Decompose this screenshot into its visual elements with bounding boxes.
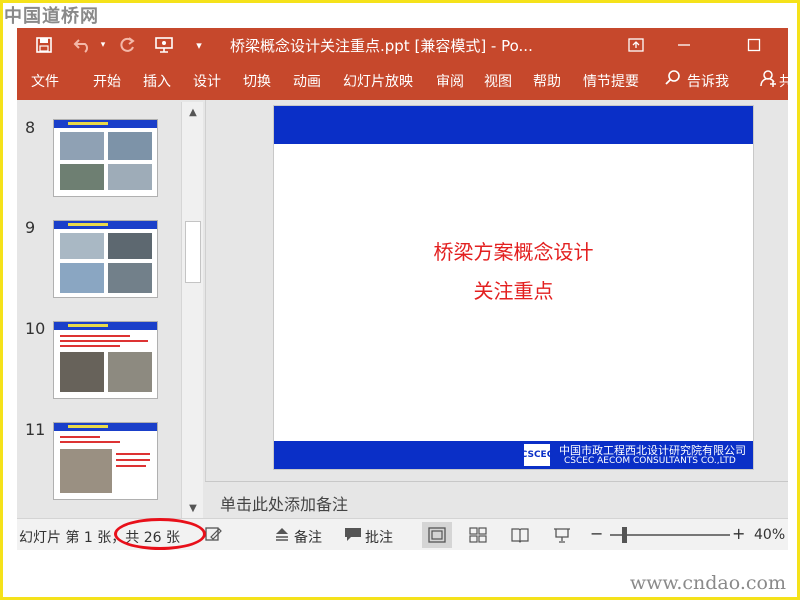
tab-storyboarding[interactable]: 情节提要 <box>583 71 639 91</box>
slide-sorter-view-icon[interactable] <box>463 522 493 548</box>
redo-icon[interactable] <box>113 32 141 58</box>
ribbon-display-options-icon[interactable] <box>621 32 651 58</box>
comments-icon[interactable] <box>344 526 362 546</box>
tab-review[interactable]: 审阅 <box>436 71 464 91</box>
notes-pane[interactable]: 单击此处添加备注 <box>205 481 788 518</box>
tell-me-box[interactable]: 告诉我 <box>687 71 729 91</box>
highlight-annotation-oval <box>114 518 206 550</box>
maximize-button[interactable] <box>739 32 769 58</box>
tab-view[interactable]: 视图 <box>484 71 512 91</box>
spell-check-icon[interactable] <box>204 525 222 547</box>
tab-transitions[interactable]: 切换 <box>243 71 271 91</box>
slideshow-view-icon[interactable] <box>547 522 577 548</box>
notes-placeholder[interactable]: 单击此处添加备注 <box>220 491 348 515</box>
slide-thumbnail-8[interactable] <box>53 119 158 197</box>
comments-button[interactable]: 批注 <box>365 527 393 547</box>
tab-home[interactable]: 开始 <box>93 71 121 91</box>
current-slide[interactable]: 桥梁方案概念设计 关注重点 CSCEC 中国市政工程西北设计研究院有限公司 CS… <box>273 105 754 470</box>
zoom-out-button[interactable]: − <box>590 524 603 543</box>
slide-thumbnails-pane: 8 9 10 11 <box>17 100 205 518</box>
tab-slideshow[interactable]: 幻灯片放映 <box>343 71 413 91</box>
search-icon[interactable] <box>664 69 682 91</box>
tab-file[interactable]: 文件 <box>31 71 59 91</box>
normal-view-icon[interactable] <box>422 522 452 548</box>
reading-view-icon[interactable] <box>505 522 535 548</box>
save-icon[interactable] <box>30 32 58 58</box>
thumbnail-number: 9 <box>25 218 36 237</box>
undo-dropdown-icon[interactable]: ▾ <box>97 32 109 58</box>
watermark-bottom: www.cndao.com <box>629 572 786 594</box>
slide-header-band <box>274 106 753 144</box>
tab-design[interactable]: 设计 <box>193 71 221 91</box>
undo-icon[interactable] <box>69 32 97 58</box>
tab-help[interactable]: 帮助 <box>533 71 561 91</box>
zoom-slider-handle[interactable] <box>622 527 627 543</box>
scrollbar-thumb[interactable] <box>185 221 201 283</box>
scroll-up-icon[interactable]: ▲ <box>184 104 202 120</box>
slide-editing-area: 桥梁方案概念设计 关注重点 CSCEC 中国市政工程西北设计研究院有限公司 CS… <box>205 100 788 481</box>
thumbnails-scrollbar[interactable]: ▲ ▼ <box>181 102 203 518</box>
share-icon[interactable] <box>760 69 778 91</box>
slide-title-line-2[interactable]: 关注重点 <box>274 275 753 304</box>
notes-icon[interactable] <box>275 526 289 546</box>
chevron-down-icon[interactable]: ▾ <box>185 32 213 58</box>
thumbnail-number: 10 <box>25 319 46 338</box>
thumbnail-number: 8 <box>25 118 36 137</box>
watermark-top: 中国道桥网 <box>4 6 99 27</box>
scroll-down-icon[interactable]: ▼ <box>184 500 202 516</box>
minimize-button[interactable] <box>669 32 699 58</box>
slide-footer-band: CSCEC 中国市政工程西北设计研究院有限公司 CSCEC AECOM CONS… <box>274 441 753 469</box>
title-bar: ▾ ▾ 桥梁概念设计关注重点.ppt [兼容模式] - Po... <box>17 28 788 62</box>
notes-button[interactable]: 备注 <box>294 527 322 547</box>
thumbnail-number: 11 <box>25 420 46 439</box>
slide-thumbnail-11[interactable] <box>53 422 158 500</box>
present-icon[interactable] <box>150 32 178 58</box>
zoom-slider-track[interactable] <box>610 534 730 536</box>
zoom-level[interactable]: 40% <box>754 527 785 543</box>
company-name-en: CSCEC AECOM CONSULTANTS CO.,LTD <box>564 456 736 466</box>
ribbon-tabs: 文件 开始 插入 设计 切换 动画 幻灯片放映 审阅 视图 帮助 情节提要 告诉… <box>17 62 788 100</box>
share-label[interactable]: 共 <box>779 71 788 91</box>
window-title: 桥梁概念设计关注重点.ppt [兼容模式] - Po... <box>230 37 533 55</box>
slide-thumbnail-10[interactable] <box>53 321 158 399</box>
tab-insert[interactable]: 插入 <box>143 71 171 91</box>
zoom-in-button[interactable]: + <box>732 524 745 543</box>
slide-title-line-1[interactable]: 桥梁方案概念设计 <box>274 236 753 265</box>
company-logo: CSCEC <box>521 443 553 467</box>
tab-animations[interactable]: 动画 <box>293 71 321 91</box>
powerpoint-window: ▾ ▾ 桥梁概念设计关注重点.ppt [兼容模式] - Po... 文件 开始 … <box>17 28 788 550</box>
slide-thumbnail-9[interactable] <box>53 220 158 298</box>
